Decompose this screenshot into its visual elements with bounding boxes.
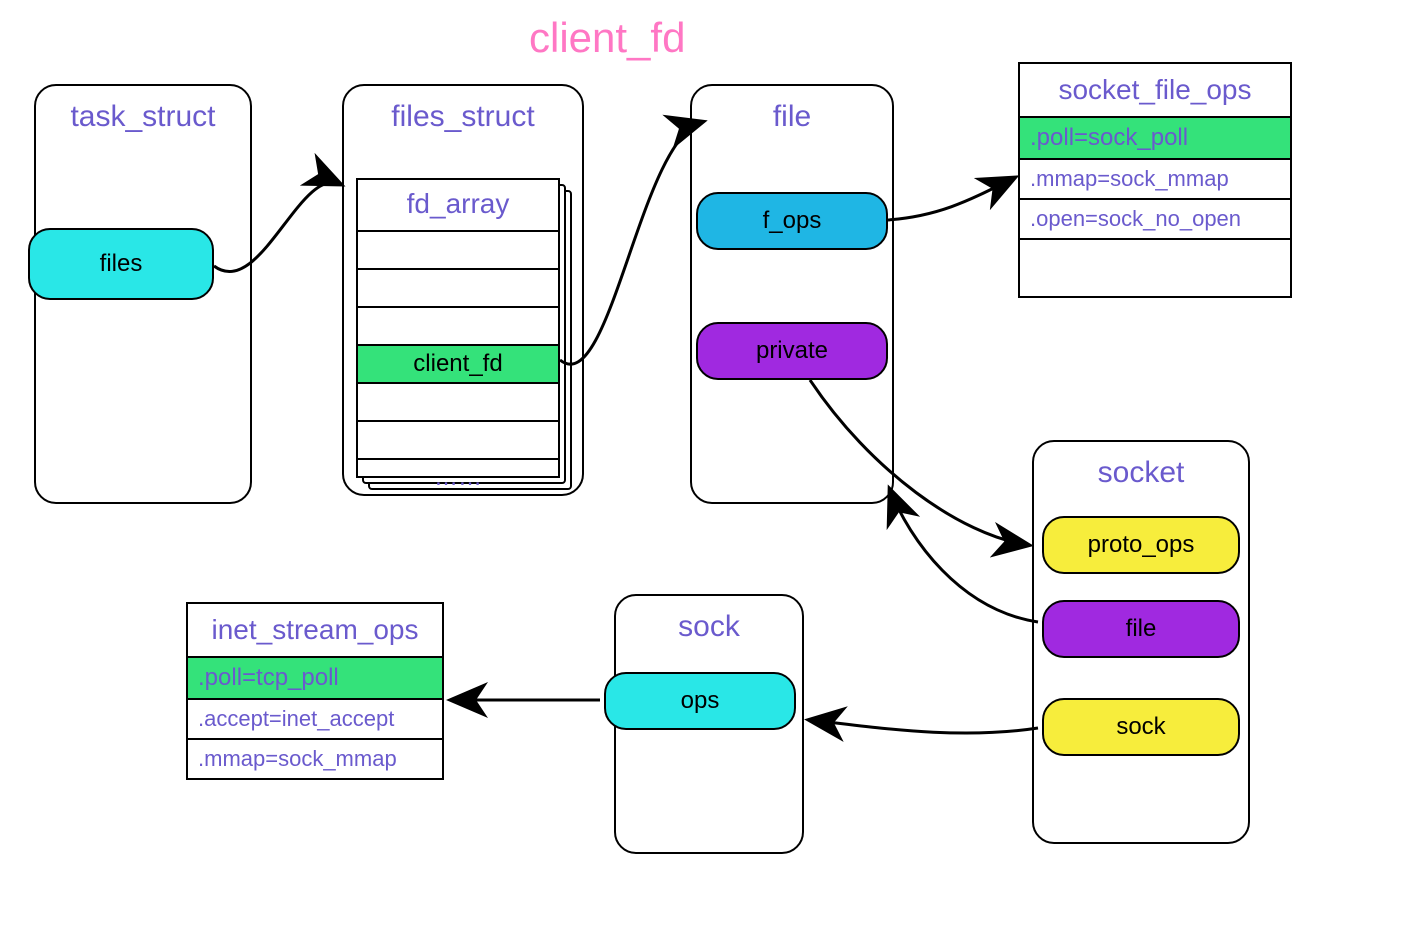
file-title: file bbox=[692, 86, 892, 148]
diagram-title: client_fd bbox=[529, 14, 685, 62]
fd-slot bbox=[358, 382, 558, 420]
sfo-row-blank bbox=[1020, 238, 1290, 296]
arrow-socket-sock-to-sock bbox=[810, 720, 1038, 733]
socket-title: socket bbox=[1034, 442, 1248, 504]
fd-slot bbox=[358, 420, 558, 458]
sfo-row-open: .open=sock_no_open bbox=[1020, 198, 1290, 238]
sock-title: sock bbox=[616, 596, 802, 658]
box-file: file bbox=[690, 84, 894, 504]
field-ops: ops bbox=[604, 672, 796, 730]
field-fops: f_ops bbox=[696, 192, 888, 250]
iso-row-poll: .poll=tcp_poll bbox=[188, 656, 442, 698]
files-struct-title: files_struct bbox=[344, 86, 582, 148]
sfo-row-poll: .poll=sock_poll bbox=[1020, 116, 1290, 158]
field-private: private bbox=[696, 322, 888, 380]
fd-array-title: fd_array bbox=[358, 180, 558, 230]
task-struct-title: task_struct bbox=[36, 86, 250, 148]
socket-file-ops-title: socket_file_ops bbox=[1020, 64, 1290, 116]
iso-row-accept: .accept=inet_accept bbox=[188, 698, 442, 738]
sfo-row-mmap: .mmap=sock_mmap bbox=[1020, 158, 1290, 198]
fd-slot-client-fd: client_fd bbox=[358, 344, 558, 382]
fd-slot-more: …… bbox=[358, 458, 558, 496]
table-inet-stream-ops: inet_stream_ops .poll=tcp_poll .accept=i… bbox=[186, 602, 444, 780]
fd-slot bbox=[358, 268, 558, 306]
table-socket-file-ops: socket_file_ops .poll=sock_poll .mmap=so… bbox=[1018, 62, 1292, 298]
field-proto-ops: proto_ops bbox=[1042, 516, 1240, 574]
arrow-fops-to-socketfileops bbox=[888, 178, 1014, 220]
field-sock: sock bbox=[1042, 698, 1240, 756]
iso-row-mmap: .mmap=sock_mmap bbox=[188, 738, 442, 778]
fd-slot bbox=[358, 230, 558, 268]
fd-array: fd_array client_fd …… bbox=[356, 178, 560, 478]
inet-stream-ops-title: inet_stream_ops bbox=[188, 604, 442, 656]
field-file: file bbox=[1042, 600, 1240, 658]
fd-slot bbox=[358, 306, 558, 344]
arrow-socket-file-to-file bbox=[890, 490, 1038, 622]
field-files: files bbox=[28, 228, 214, 300]
